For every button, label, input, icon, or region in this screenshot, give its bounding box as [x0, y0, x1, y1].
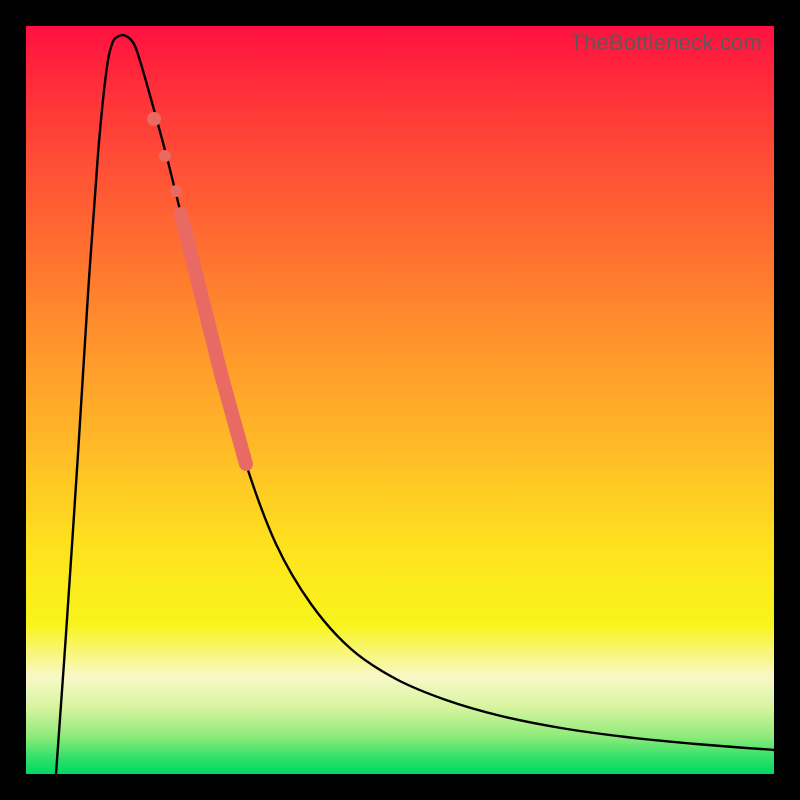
- plot-area: TheBottleneck.com: [26, 26, 774, 774]
- chart-svg: [26, 26, 774, 774]
- highlight-band: [181, 214, 246, 464]
- highlight-dots: [147, 112, 182, 197]
- highlight-dot: [159, 150, 171, 162]
- chart-frame: TheBottleneck.com: [0, 0, 800, 800]
- highlight-dot: [170, 185, 182, 197]
- bottleneck-curve: [56, 35, 774, 774]
- highlight-dot: [147, 112, 161, 126]
